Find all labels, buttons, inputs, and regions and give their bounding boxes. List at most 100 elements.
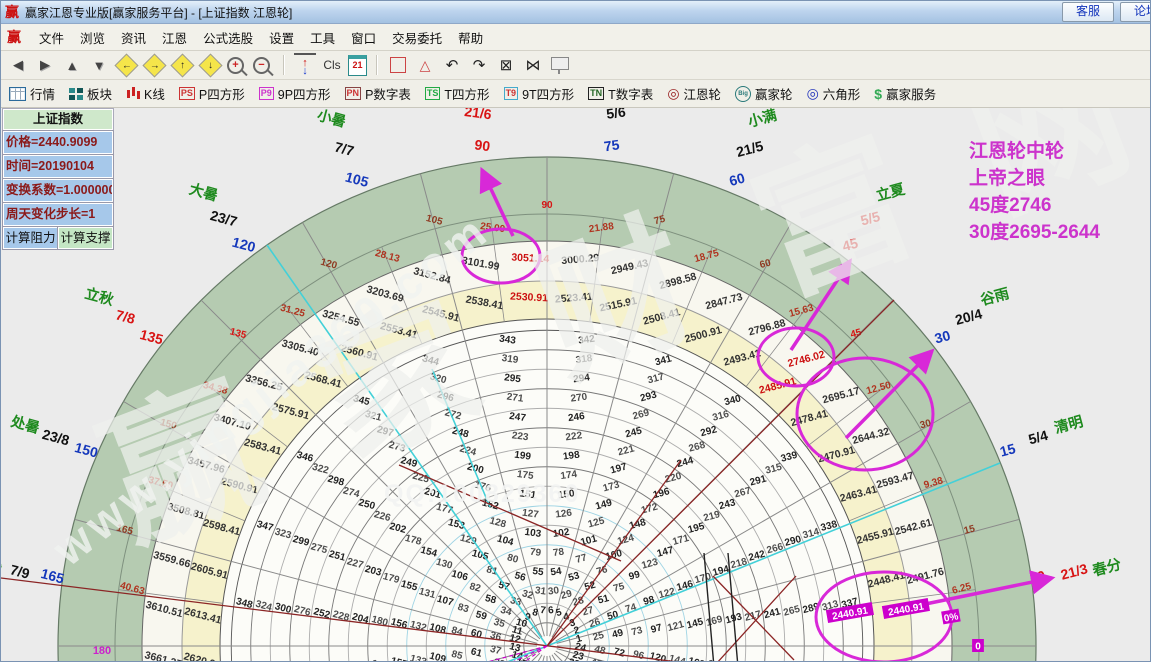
svg-text:谷雨: 谷雨 bbox=[979, 285, 1012, 309]
svg-text:30: 30 bbox=[547, 585, 560, 597]
scroll-left-button[interactable]: ◀ bbox=[7, 54, 29, 76]
step-setting: 周天变化步长=1 bbox=[2, 202, 114, 227]
pan-up-button[interactable]: ↑ bbox=[170, 52, 195, 78]
rotate-cw-icon[interactable]: ↷ bbox=[468, 54, 490, 76]
app-window: 赢 赢家江恩专业版[赢家服务平台] - [上证指数 江恩轮] 客服 论坛 赢 文… bbox=[0, 0, 1151, 662]
svg-text:271: 271 bbox=[506, 392, 524, 405]
forum-button[interactable]: 论坛 bbox=[1120, 2, 1150, 22]
hexagon-icon: ◎ bbox=[806, 85, 819, 101]
menu-settings[interactable]: 设置 bbox=[261, 25, 302, 50]
svg-text:55: 55 bbox=[532, 566, 545, 578]
square-tool-icon[interactable] bbox=[387, 54, 409, 76]
ps-badge-icon: PS bbox=[178, 87, 195, 100]
svg-text:小暑: 小暑 bbox=[315, 108, 347, 131]
zoom-out-icon[interactable]: − bbox=[253, 56, 270, 74]
tab-t-square[interactable]: TS T四方形 bbox=[424, 84, 490, 103]
svg-text:175: 175 bbox=[516, 469, 534, 482]
tn-badge-icon: TN bbox=[588, 87, 605, 100]
menu-help[interactable]: 帮助 bbox=[450, 25, 491, 50]
tab-winner-service[interactable]: $ 赢家服务 bbox=[874, 84, 936, 103]
svg-text:21/6: 21/6 bbox=[463, 108, 492, 122]
zoom-in-icon[interactable]: + bbox=[227, 56, 244, 74]
svg-text:15: 15 bbox=[998, 440, 1017, 460]
menu-file[interactable]: 文件 bbox=[31, 25, 72, 50]
menu-formula-stockpick[interactable]: 公式选股 bbox=[195, 25, 261, 50]
menu-logo-icon: 赢 bbox=[7, 29, 21, 45]
ts-badge-icon: TS bbox=[424, 87, 441, 100]
whiteboard-icon[interactable] bbox=[549, 54, 571, 76]
candlestick-icon bbox=[126, 87, 141, 100]
svg-text:343: 343 bbox=[498, 334, 516, 347]
triangle-tool-icon[interactable]: △ bbox=[414, 54, 436, 76]
menu-trade[interactable]: 交易委托 bbox=[384, 25, 450, 50]
svg-text:60: 60 bbox=[727, 169, 746, 189]
analysis-annotation: 江恩轮中轮 上帝之眼 45度2746 30度2695-2644 bbox=[969, 141, 1100, 243]
customer-service-button[interactable]: 客服 bbox=[1062, 2, 1114, 22]
svg-text:150: 150 bbox=[557, 488, 575, 501]
svg-text:199: 199 bbox=[514, 450, 532, 463]
pan-down-button[interactable]: ↓ bbox=[198, 52, 223, 78]
svg-text:23/7: 23/7 bbox=[209, 207, 240, 230]
scroll-up-button[interactable]: ▲ bbox=[61, 54, 83, 76]
tab-t-table[interactable]: TN T数字表 bbox=[588, 84, 653, 103]
svg-text:105: 105 bbox=[344, 169, 371, 191]
tab-hexagon[interactable]: ◎ 六角形 bbox=[807, 84, 861, 103]
big-wheel-icon: Big bbox=[735, 85, 752, 102]
svg-text:151: 151 bbox=[519, 488, 537, 501]
chart-type-bar: 行情 板块 K线 PS P四方形 P9 9P四方形 PN P数字表 TS T四方形 T9… bbox=[1, 80, 1150, 108]
svg-text:247: 247 bbox=[509, 411, 527, 424]
svg-text:79: 79 bbox=[529, 547, 542, 559]
svg-text:5/6: 5/6 bbox=[605, 108, 627, 122]
app-logo-icon: 赢 bbox=[5, 4, 19, 20]
tab-sectors[interactable]: 板块 bbox=[69, 84, 112, 103]
svg-text:126: 126 bbox=[555, 508, 573, 521]
calc-resistance-button[interactable]: 计算阻力 bbox=[2, 226, 59, 250]
chart-area: 1234567891011121314151617181920212223242… bbox=[1, 108, 1150, 661]
tab-9p-square[interactable]: P9 9P四方形 bbox=[258, 84, 331, 103]
svg-text:21/3: 21/3 bbox=[1059, 560, 1090, 583]
tab-p-table[interactable]: PN P数字表 bbox=[344, 84, 411, 103]
svg-text:立夏: 立夏 bbox=[874, 180, 907, 205]
svg-text:大暑: 大暑 bbox=[187, 180, 220, 205]
scroll-right-button[interactable]: ▶ bbox=[34, 54, 56, 76]
menu-tools[interactable]: 工具 bbox=[302, 25, 343, 50]
title-bar: 赢 赢家江恩专业版[赢家服务平台] - [上证指数 江恩轮] 客服 论坛 bbox=[1, 1, 1150, 24]
tab-p-square[interactable]: PS P四方形 bbox=[178, 84, 245, 103]
shrink-icon[interactable]: ⋈ bbox=[522, 54, 544, 76]
range-tool-icon[interactable]: ↑ ↓ bbox=[294, 52, 316, 78]
svg-text:174: 174 bbox=[560, 469, 578, 482]
scroll-down-button[interactable]: ▼ bbox=[88, 54, 110, 76]
tab-kline[interactable]: K线 bbox=[126, 84, 165, 103]
pan-right-button[interactable]: → bbox=[142, 52, 167, 78]
svg-text:120: 120 bbox=[231, 234, 258, 256]
svg-text:295: 295 bbox=[503, 372, 521, 385]
svg-text:7/7: 7/7 bbox=[333, 139, 356, 160]
menu-gann[interactable]: 江恩 bbox=[154, 25, 195, 50]
time-value: 时间=20190104 bbox=[2, 154, 114, 179]
svg-text:7/8: 7/8 bbox=[114, 306, 137, 327]
tab-gann-wheel[interactable]: ◎ 江恩轮 bbox=[667, 84, 721, 103]
rotate-ccw-icon[interactable]: ↶ bbox=[441, 54, 463, 76]
svg-text:5/5: 5/5 bbox=[859, 208, 882, 229]
svg-text:294: 294 bbox=[573, 372, 591, 385]
toolbar-separator bbox=[376, 55, 378, 75]
svg-text:清明: 清明 bbox=[1052, 412, 1085, 437]
expand-icon[interactable]: ⊠ bbox=[495, 54, 517, 76]
svg-text:小满: 小满 bbox=[746, 108, 779, 131]
svg-text:318: 318 bbox=[575, 353, 593, 366]
svg-text:21/5: 21/5 bbox=[734, 137, 765, 160]
menu-news[interactable]: 资讯 bbox=[113, 25, 154, 50]
pan-left-button[interactable]: ← bbox=[114, 52, 139, 78]
tab-9t-square[interactable]: T9 9T四方形 bbox=[503, 84, 574, 103]
index-name: 上证指数 bbox=[2, 108, 114, 131]
svg-text:2530.91: 2530.91 bbox=[510, 291, 549, 305]
svg-text:78: 78 bbox=[552, 547, 565, 559]
tab-quotes[interactable]: 行情 bbox=[9, 84, 55, 103]
menu-browse[interactable]: 浏览 bbox=[72, 25, 113, 50]
calc-support-button[interactable]: 计算支撑 bbox=[57, 226, 114, 250]
tab-winner-wheel[interactable]: Big 赢家轮 bbox=[735, 84, 793, 103]
menu-window[interactable]: 窗口 bbox=[343, 25, 384, 50]
cls-button[interactable]: Cls bbox=[321, 54, 343, 76]
svg-text:31: 31 bbox=[534, 585, 547, 597]
calendar-icon[interactable]: 21 bbox=[348, 54, 367, 76]
